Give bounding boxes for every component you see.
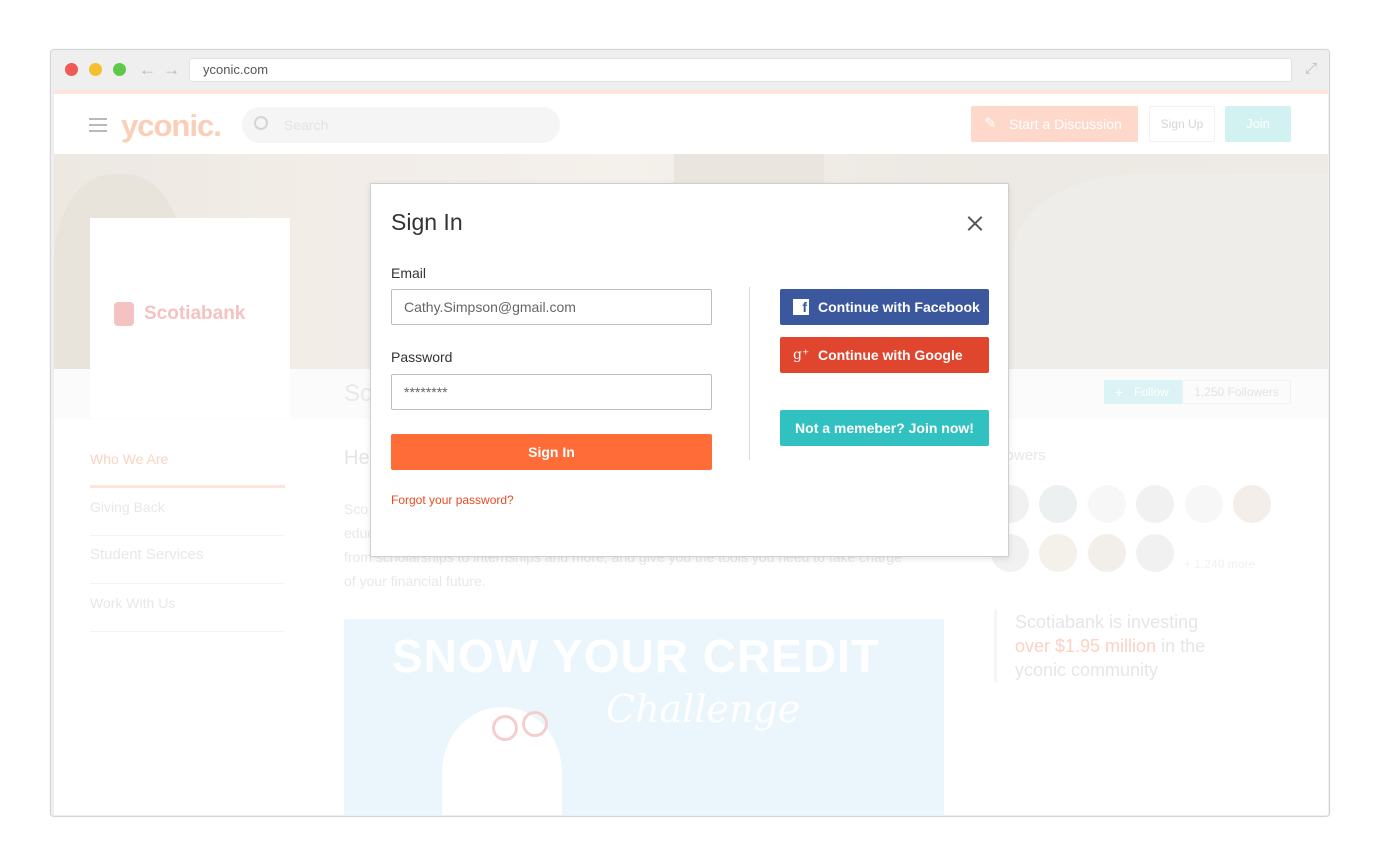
close-icon[interactable] xyxy=(963,212,987,236)
google-label: Continue with Google xyxy=(818,347,963,363)
facebook-label: Continue with Facebook xyxy=(818,299,980,315)
minimize-window-dot[interactable] xyxy=(89,63,102,76)
modal-divider xyxy=(749,287,750,460)
email-field[interactable] xyxy=(391,289,712,325)
forgot-password-link[interactable]: Forgot your password? xyxy=(391,493,514,507)
facebook-login-button[interactable]: f Continue with Facebook xyxy=(780,289,989,325)
back-arrow-icon[interactable]: ← xyxy=(139,60,156,80)
signin-modal: Sign In Email Password Sign In Forgot yo… xyxy=(370,183,1009,557)
close-window-dot[interactable] xyxy=(65,63,78,76)
forward-arrow-icon[interactable]: → xyxy=(163,60,180,80)
address-bar[interactable]: yconic.com xyxy=(189,58,1292,82)
facebook-icon: f xyxy=(793,299,809,315)
join-now-button[interactable]: Not a memeber? Join now! xyxy=(780,410,989,446)
expand-icon[interactable]: ⤢ xyxy=(1305,60,1317,77)
password-label: Password xyxy=(391,349,453,365)
maximize-window-dot[interactable] xyxy=(113,63,126,76)
google-login-button[interactable]: g⁺ Continue with Google xyxy=(780,337,989,373)
modal-title: Sign In xyxy=(391,209,463,235)
google-plus-icon: g⁺ xyxy=(793,347,810,363)
password-field[interactable] xyxy=(391,374,712,410)
page-viewport: yconic. Search ✎ Start a Discussion Sign… xyxy=(54,90,1328,815)
signin-button[interactable]: Sign In xyxy=(391,434,712,470)
browser-toolbar: ← → yconic.com ⤢ xyxy=(51,50,1329,90)
browser-window: ← → yconic.com ⤢ yconic. Search ✎ Start … xyxy=(50,49,1330,817)
email-label: Email xyxy=(391,265,427,281)
